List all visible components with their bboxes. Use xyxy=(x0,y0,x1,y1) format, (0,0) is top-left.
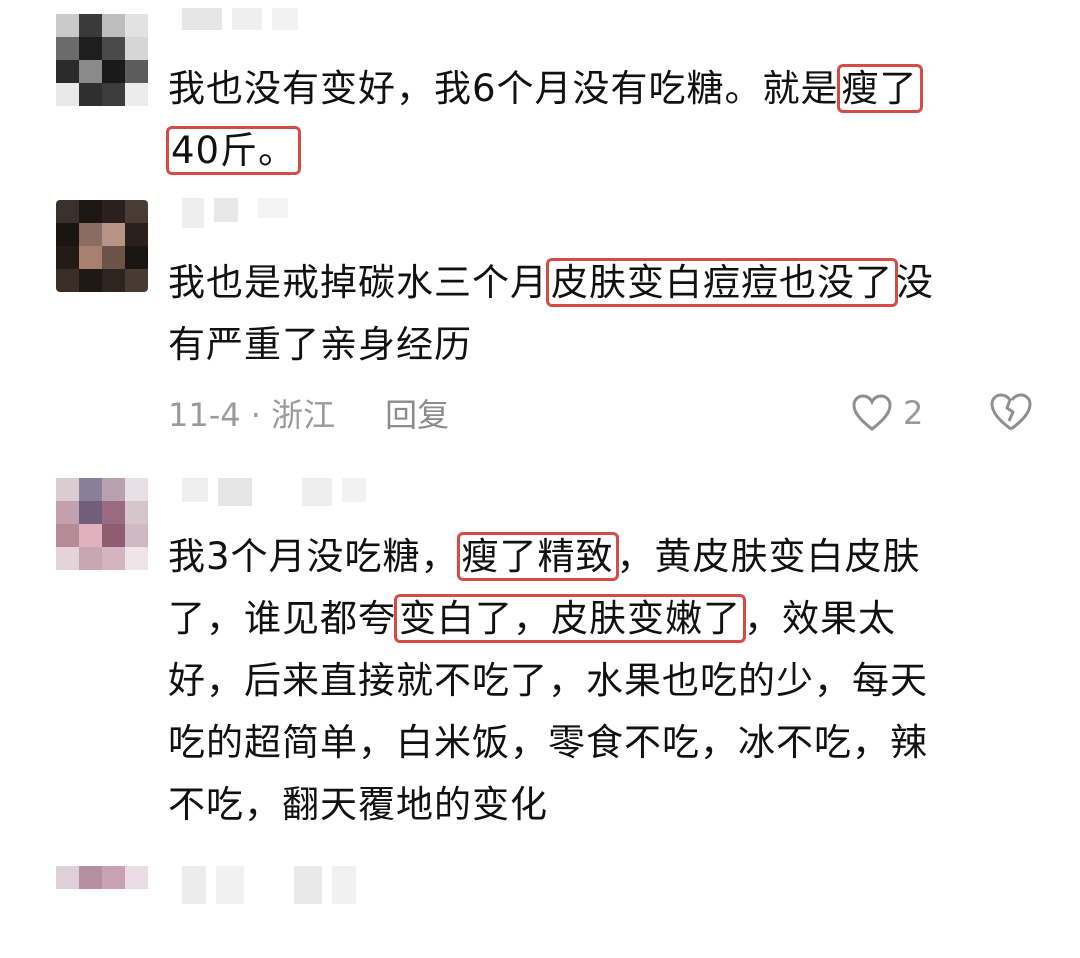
highlight-box: 变白了，皮肤变嫩了 xyxy=(394,594,746,643)
reply-button[interactable]: 回复 xyxy=(385,390,449,436)
username-blurred[interactable] xyxy=(182,866,356,906)
highlight-box: 瘦了精致 xyxy=(456,532,619,581)
avatar[interactable] xyxy=(56,200,148,292)
highlight-box: 瘦了 xyxy=(836,64,923,113)
heart-outline-icon[interactable] xyxy=(851,393,893,433)
comment-text: 我也是戒掉碳水三个月皮肤变白痘痘也没了没 有严重了亲身经历 xyxy=(168,252,1018,376)
comment-text: 我也没有变好，我6个月没有吃糖。就是瘦了 40斤。 xyxy=(166,58,1018,182)
avatar[interactable] xyxy=(56,866,148,958)
highlight-box: 40斤。 xyxy=(166,126,302,175)
like-count: 2 xyxy=(903,394,924,432)
avatar[interactable] xyxy=(56,478,148,570)
highlight-box: 皮肤变白痘痘也没了 xyxy=(546,258,898,307)
comment-text: 我3个月没吃糖，瘦了精致，黄皮肤变白皮肤 了，谁见都夸变白了，皮肤变嫩了，效果太… xyxy=(168,526,1018,836)
like-button[interactable]: 2 xyxy=(851,393,923,433)
avatar[interactable] xyxy=(56,14,148,106)
comment-meta: 11-4 · 浙江 回复 2 xyxy=(168,388,1038,438)
broken-heart-icon[interactable] xyxy=(988,391,1034,433)
dislike-button[interactable] xyxy=(988,391,1034,433)
username-blurred[interactable] xyxy=(182,478,366,518)
comment-date-location: 11-4 · 浙江 xyxy=(168,396,336,434)
username-blurred[interactable] xyxy=(182,8,298,48)
username-blurred[interactable] xyxy=(182,198,288,238)
